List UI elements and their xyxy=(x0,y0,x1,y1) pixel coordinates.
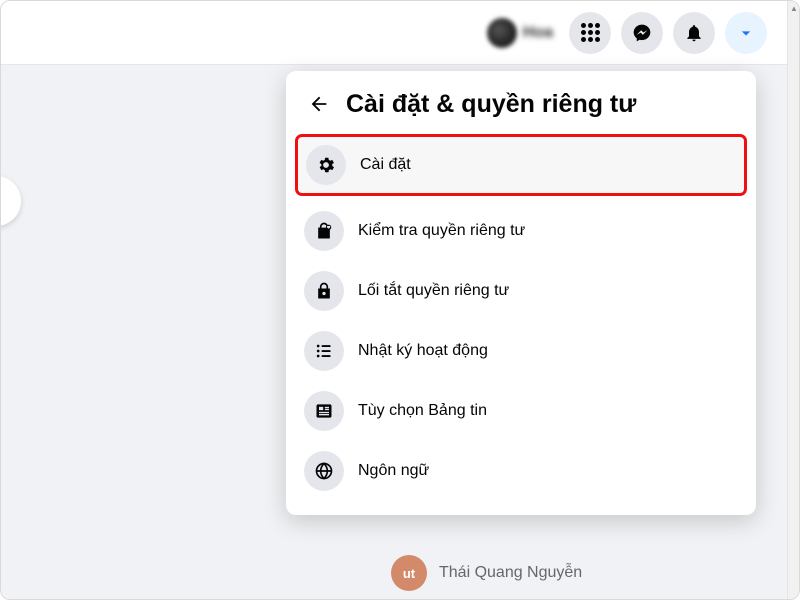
list-icon xyxy=(304,331,344,371)
bell-icon xyxy=(684,23,704,43)
scroll-up-arrow[interactable]: ▲ xyxy=(788,1,800,15)
profile-name-label: Hoa xyxy=(523,24,553,42)
contact-row[interactable]: ut Thái Quang Nguyễn xyxy=(391,555,582,591)
menu-title: Cài đặt & quyền riêng tư xyxy=(346,90,636,119)
menu-button[interactable] xyxy=(569,12,611,54)
profile-avatar xyxy=(487,18,517,48)
back-button[interactable] xyxy=(302,87,336,121)
menu-item-label: Ngôn ngữ xyxy=(358,462,429,480)
newsfeed-icon xyxy=(304,391,344,431)
menu-item-privacy-checkup[interactable]: Kiểm tra quyền riêng tư xyxy=(294,201,748,261)
contact-avatar: ut xyxy=(391,555,427,591)
arrow-left-icon xyxy=(308,93,330,115)
account-button[interactable] xyxy=(725,12,767,54)
menu-item-label: Nhật ký hoạt động xyxy=(358,342,488,360)
lock-heart-icon xyxy=(304,211,344,251)
messenger-icon xyxy=(632,23,652,43)
menu-item-language[interactable]: Ngôn ngữ xyxy=(294,441,748,501)
menu-grid-icon xyxy=(581,23,600,42)
menu-item-privacy-shortcuts[interactable]: Lối tắt quyền riêng tư xyxy=(294,261,748,321)
menu-item-label: Cài đặt xyxy=(360,156,411,174)
menu-item-activity-log[interactable]: Nhật ký hoạt động xyxy=(294,321,748,381)
menu-item-newsfeed-prefs[interactable]: Tùy chọn Bảng tin xyxy=(294,381,748,441)
messenger-button[interactable] xyxy=(621,12,663,54)
menu-item-settings[interactable]: Cài đặt xyxy=(296,135,746,195)
settings-privacy-menu: Cài đặt & quyền riêng tư Cài đặt Kiểm tr… xyxy=(286,71,756,515)
menu-item-label: Lối tắt quyền riêng tư xyxy=(358,282,509,300)
caret-down-icon xyxy=(736,23,756,43)
top-nav: Hoa xyxy=(1,1,787,65)
gear-icon xyxy=(306,145,346,185)
menu-item-label: Kiểm tra quyền riêng tư xyxy=(358,222,525,240)
menu-item-label: Tùy chọn Bảng tin xyxy=(358,402,487,420)
menu-header: Cài đặt & quyền riêng tư xyxy=(294,81,748,133)
contact-name: Thái Quang Nguyễn xyxy=(439,564,582,582)
vertical-scrollbar[interactable]: ▲ xyxy=(787,1,799,599)
globe-icon xyxy=(304,451,344,491)
lock-icon xyxy=(304,271,344,311)
notifications-button[interactable] xyxy=(673,12,715,54)
profile-chip[interactable]: Hoa xyxy=(481,14,559,52)
